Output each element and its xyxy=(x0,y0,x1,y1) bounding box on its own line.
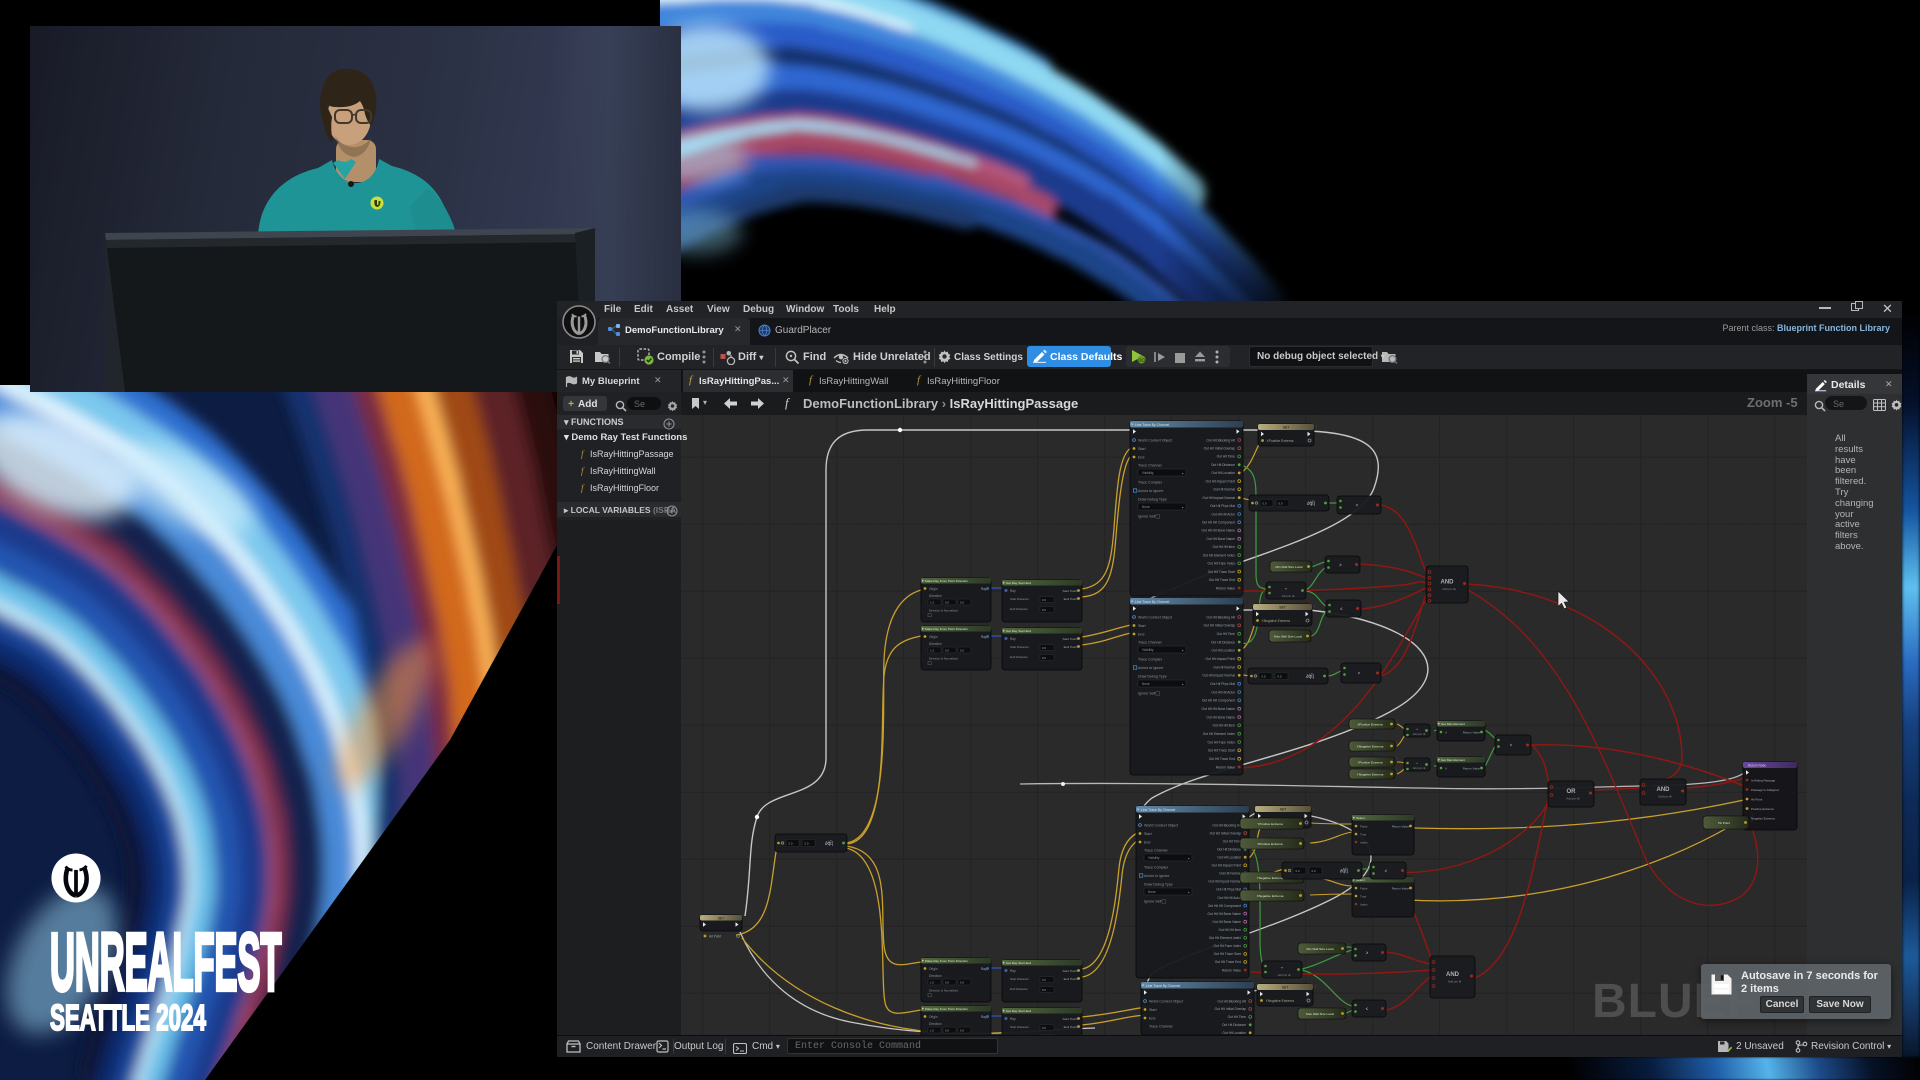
svg-text:oo: oo xyxy=(1138,358,1145,364)
